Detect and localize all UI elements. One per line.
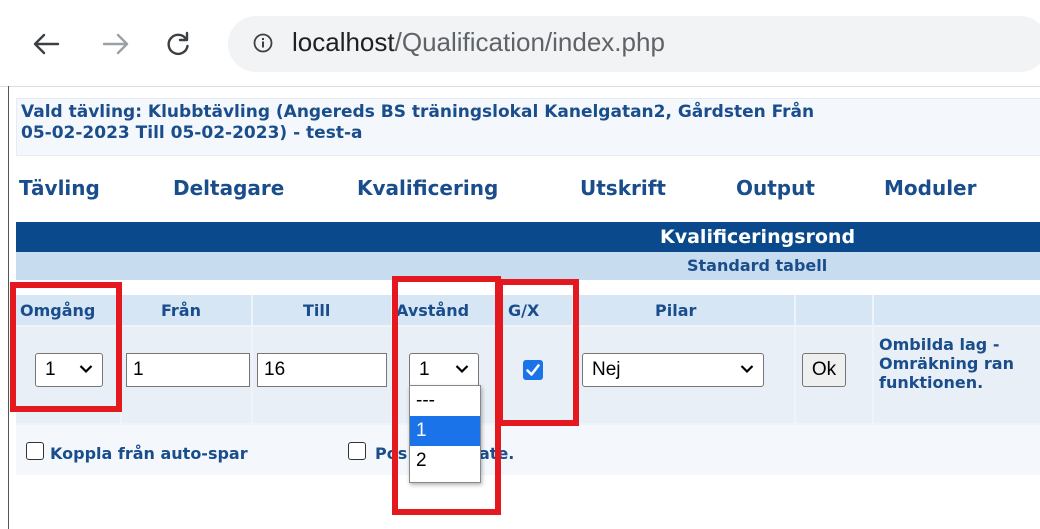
dropdown-option[interactable]: --- — [410, 386, 480, 416]
column-header-fran: Från — [122, 295, 251, 325]
gx-checkbox[interactable] — [523, 360, 543, 380]
column-header-empty — [796, 295, 872, 325]
back-button[interactable] — [28, 26, 64, 62]
column-label: Pilar — [655, 301, 697, 320]
pilar-value: Nej — [592, 359, 621, 380]
competition-title-line1: Vald tävling: Klubbtävling (Angereds BS … — [21, 102, 815, 122]
reload-icon — [167, 31, 189, 56]
forward-button[interactable] — [98, 26, 134, 62]
rebuild-teams-note: Ombilda lag - Omräkning ran funktionen. — [879, 335, 1014, 392]
checkmark-icon — [526, 364, 540, 376]
autosave-checkbox[interactable] — [26, 442, 44, 460]
menu-item-deltagare[interactable]: Deltagare — [173, 176, 284, 200]
second-option-checkbox[interactable] — [348, 442, 366, 460]
menu-item-tavling[interactable]: Tävling — [19, 176, 100, 200]
column-label: Till — [303, 301, 331, 320]
column-header-pilar: Pilar — [574, 295, 794, 325]
table-header: Kvalificeringsrond — [16, 222, 1040, 252]
till-input[interactable] — [257, 353, 387, 387]
info-icon[interactable] — [253, 33, 273, 53]
menu-item-utskrift[interactable]: Utskrift — [580, 176, 666, 200]
menu-item-kvalificering[interactable]: Kvalificering — [357, 176, 498, 200]
column-header-gx: G/X — [497, 295, 572, 325]
avstand-dropdown-list: --- 1 2 — [409, 385, 481, 483]
table-title: Kvalificeringsrond — [660, 226, 856, 248]
table-subtitle: Standard tabell — [687, 256, 828, 275]
chevron-down-icon — [740, 365, 754, 374]
column-header-omgang: Omgång — [16, 295, 120, 325]
column-header-empty — [874, 295, 1040, 325]
arrow-right-icon — [102, 33, 129, 55]
dropdown-option-selected[interactable]: 1 — [410, 416, 480, 446]
browser-toolbar: localhost/Qualification/index.php — [0, 0, 1040, 87]
column-label: G/X — [508, 301, 540, 320]
table-subheader: Standard tabell — [16, 252, 1040, 280]
url-text[interactable]: localhost/Qualification/index.php — [292, 27, 665, 58]
avstand-select[interactable]: 1 — [409, 353, 479, 387]
fran-input[interactable] — [126, 353, 250, 387]
dropdown-option[interactable]: 2 — [410, 446, 480, 476]
omgang-value: 1 — [45, 359, 56, 380]
page-content: Vald tävling: Klubbtävling (Angereds BS … — [9, 86, 1040, 529]
competition-title-line2: 05-02-2023 Till 05-02-2023) - test-a — [21, 123, 363, 143]
column-label: Från — [161, 301, 201, 320]
column-label: Avstånd — [396, 301, 470, 320]
second-option-label-end: ate. — [479, 444, 515, 463]
ok-button[interactable]: Ok — [802, 353, 846, 387]
column-header-avstand: Avstånd — [393, 295, 495, 325]
reload-button[interactable] — [160, 26, 196, 62]
menu-item-output[interactable]: Output — [736, 176, 815, 200]
avstand-value: 1 — [419, 359, 430, 380]
pilar-select[interactable]: Nej — [582, 353, 764, 387]
chevron-down-icon — [79, 365, 93, 374]
column-header-till: Till — [253, 295, 391, 325]
column-label: Omgång — [20, 301, 96, 320]
omgang-select[interactable]: 1 — [35, 353, 103, 387]
url-path: /Qualification/index.php — [394, 27, 665, 57]
arrow-left-icon — [33, 33, 60, 55]
second-option-label-start: Pos — [375, 444, 408, 463]
url-host: localhost — [292, 27, 395, 57]
chevron-down-icon — [455, 365, 469, 374]
competition-title: Vald tävling: Klubbtävling (Angereds BS … — [21, 102, 1040, 144]
menu-item-moduler[interactable]: Moduler — [884, 176, 976, 200]
autosave-label: Koppla från auto-spar — [50, 444, 248, 463]
